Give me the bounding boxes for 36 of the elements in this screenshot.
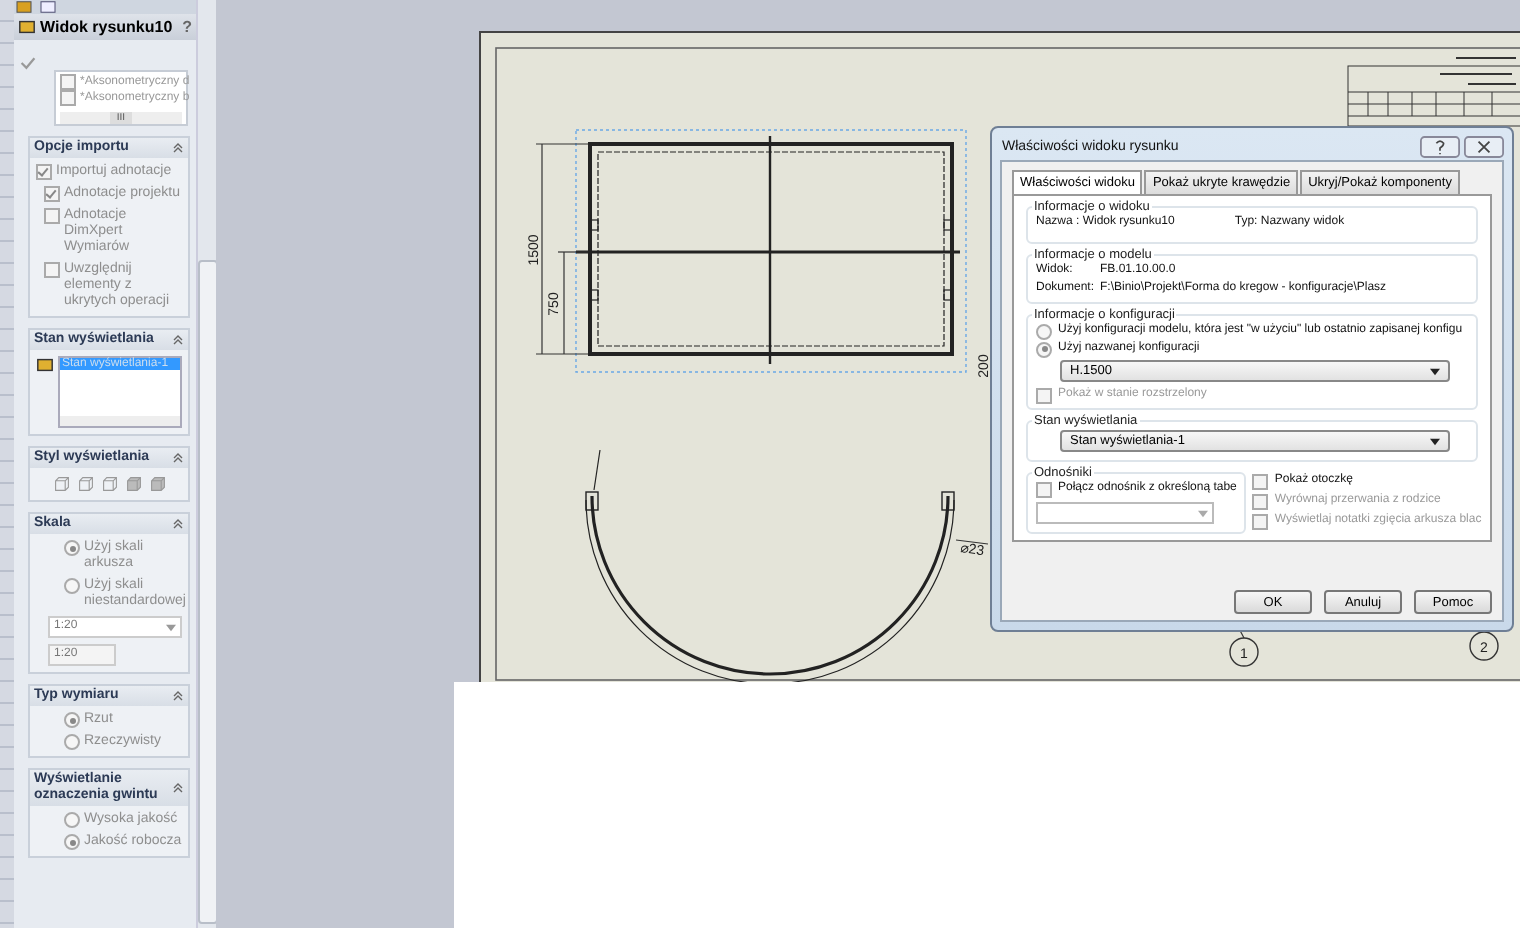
property-tab-icon[interactable] xyxy=(38,0,58,14)
checkmark-icon[interactable] xyxy=(20,56,36,70)
checkbox[interactable] xyxy=(1252,473,1269,489)
display-style-icon[interactable] xyxy=(149,476,165,492)
caret-icon xyxy=(1430,367,1440,375)
scroll-thumb[interactable] xyxy=(198,260,218,924)
collapse-icon[interactable] xyxy=(172,334,184,346)
caret-icon xyxy=(1430,437,1440,445)
display-style-icon[interactable] xyxy=(53,476,69,492)
radio-button[interactable] xyxy=(1036,341,1052,357)
leader-line xyxy=(955,539,989,545)
display-style-icon[interactable] xyxy=(101,476,117,492)
help-icon[interactable] xyxy=(1420,135,1460,157)
display-state-icon xyxy=(36,356,54,374)
table-dropdown[interactable] xyxy=(1036,502,1214,524)
feature-tab-icon[interactable] xyxy=(14,0,34,14)
caret-icon xyxy=(166,623,176,631)
ring-drawing[interactable] xyxy=(585,449,955,685)
panel-scrollbar[interactable] xyxy=(196,0,216,928)
checkbox[interactable] xyxy=(60,90,76,106)
panel-title: Widok rysunku10 xyxy=(40,18,175,36)
close-icon[interactable] xyxy=(1464,135,1504,157)
caret-icon xyxy=(1198,509,1208,517)
collapse-icon[interactable] xyxy=(172,452,184,464)
collapse-icon[interactable] xyxy=(172,690,184,702)
display-style-icon[interactable] xyxy=(125,476,141,492)
collapse-icon[interactable] xyxy=(172,782,184,794)
collapse-icon[interactable] xyxy=(172,142,184,154)
radio-button[interactable] xyxy=(1036,323,1052,339)
display-style-icon[interactable] xyxy=(77,476,93,492)
drawing-view-icon xyxy=(18,18,36,36)
horizontal-scrollbar[interactable] xyxy=(60,416,180,426)
help-button[interactable]: ? xyxy=(182,18,192,36)
checkbox[interactable] xyxy=(1036,481,1052,497)
checkbox[interactable] xyxy=(60,74,76,90)
collapse-icon[interactable] xyxy=(172,518,184,530)
